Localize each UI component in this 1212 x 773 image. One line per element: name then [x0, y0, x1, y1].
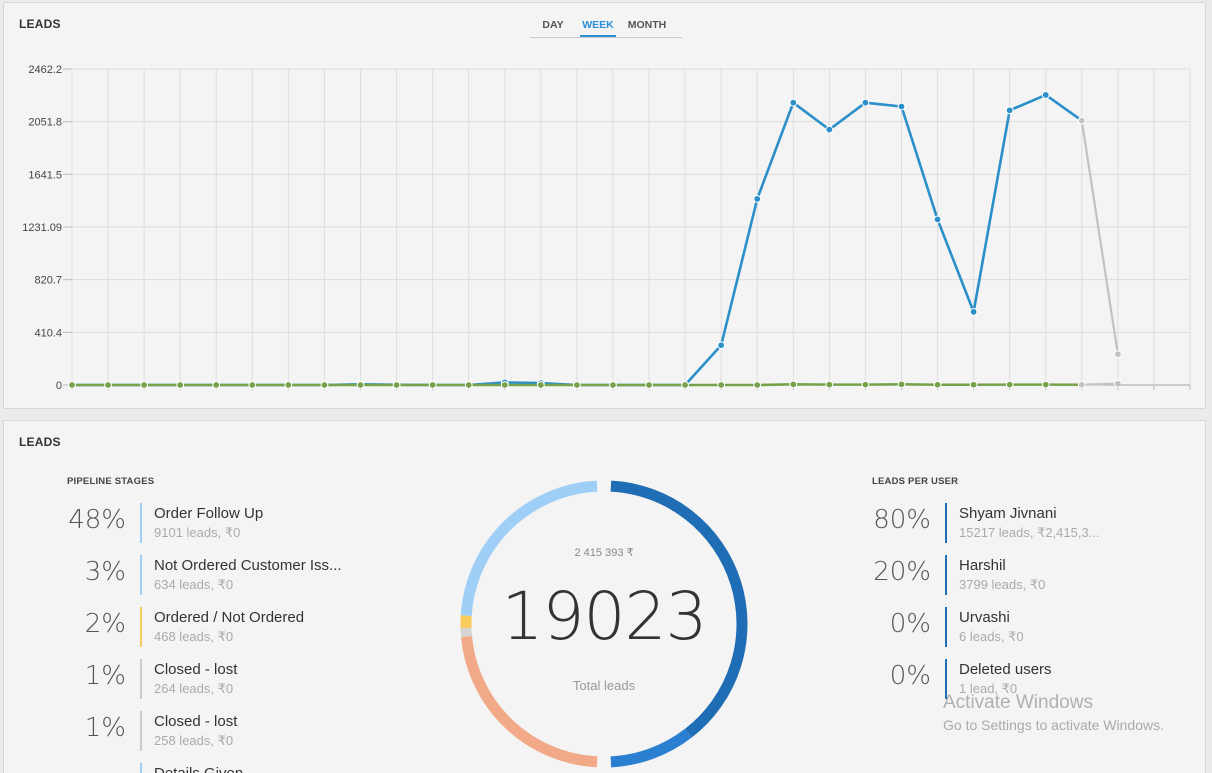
panel-title: LEADS [19, 435, 61, 449]
stage-name: Closed - lost [154, 713, 238, 730]
stage-color-bar [140, 503, 142, 543]
leads-line-chart: 0 410.4 820.7 1231.09 1641.5 2051.8 2462.2 [22, 64, 1191, 392]
stage-color-bar [140, 659, 142, 699]
data-point [68, 381, 76, 389]
stage-color-bar [140, 555, 142, 595]
data-point [356, 381, 365, 389]
stage-name: Ordered / Not Ordered [154, 609, 305, 626]
user-percent: 20% [873, 557, 931, 587]
data-point [645, 381, 653, 389]
user-color-bar [945, 607, 947, 647]
data-point [753, 195, 762, 203]
user-detail: 15217 leads, ₹2,415,3... [959, 525, 1100, 540]
y-tick-label: 410.4 [34, 327, 62, 339]
stage-color-bar [140, 607, 142, 647]
total-leads-caption: Total leads [572, 678, 636, 693]
user-name: Shyam Jivnani [959, 505, 1057, 522]
user-name: Deleted users [959, 661, 1052, 678]
stage-percent: 2% [84, 609, 126, 639]
data-point [536, 381, 545, 389]
y-tick-label: 2462.2 [28, 64, 62, 76]
data-point [392, 381, 401, 389]
stage-percent: 3% [84, 557, 126, 587]
data-point [897, 102, 906, 111]
data-point [717, 381, 726, 389]
data-point [825, 125, 834, 134]
pipeline-stages-label: PIPELINE STAGES [67, 476, 155, 487]
series-line [1081, 382, 1118, 386]
stage-color-bar [140, 763, 142, 773]
stage-percent: 48% [68, 505, 126, 535]
donut-amount: 2 415 393 ₹ [574, 547, 634, 559]
data-point [717, 341, 726, 350]
data-point [1041, 91, 1050, 99]
data-point [825, 380, 834, 389]
data-point [1113, 350, 1122, 359]
user-color-bar [945, 555, 947, 595]
user-name: Harshil [959, 557, 1006, 574]
stage-detail: 634 leads, ₹0 [154, 577, 234, 592]
data-point [248, 381, 257, 389]
stage-name: Order Follow Up [154, 505, 264, 522]
data-point [284, 381, 293, 389]
data-point [500, 381, 509, 389]
data-point [1077, 116, 1086, 125]
y-tick-label: 0 [56, 380, 62, 392]
series-line [1080, 120, 1119, 355]
stage-color-bar [140, 711, 142, 751]
data-point [1005, 380, 1014, 389]
data-point [1077, 380, 1086, 389]
data-point [320, 381, 329, 389]
stage-name: Details Given [154, 765, 243, 773]
data-point [140, 381, 149, 389]
data-point [789, 98, 798, 107]
data-point [464, 381, 473, 389]
user-percent: 80% [873, 505, 931, 535]
data-point [428, 381, 437, 389]
y-tick-label: 1231.09 [22, 222, 62, 234]
data-point [1041, 380, 1050, 389]
data-point [104, 381, 112, 389]
stage-detail: 264 leads, ₹0 [154, 681, 234, 696]
data-point [789, 380, 798, 389]
user-detail: 3799 leads, ₹0 [959, 577, 1046, 592]
user-percent: 0% [889, 609, 931, 639]
data-point [1005, 106, 1014, 115]
data-point [861, 98, 870, 107]
y-tick-label: 1641.5 [28, 169, 62, 181]
data-point [176, 381, 185, 389]
stage-name: Not Ordered Customer Iss... [154, 557, 342, 574]
windows-watermark-subtitle: Go to Settings to activate Windows. [943, 717, 1164, 733]
y-tick-label: 2051.8 [28, 117, 62, 129]
user-color-bar [945, 503, 947, 543]
stage-name: Closed - lost [154, 661, 238, 678]
data-point [573, 381, 581, 389]
data-point [933, 215, 942, 224]
stage-detail: 258 leads, ₹0 [154, 733, 234, 748]
data-point [969, 380, 978, 389]
user-percent: 0% [889, 661, 931, 691]
user-detail: 6 leads, ₹0 [959, 629, 1024, 644]
y-tick-label: 820.7 [34, 275, 62, 287]
stage-percent: 1% [84, 713, 126, 743]
stage-donut-segment[interactable] [461, 636, 598, 768]
data-point [681, 381, 689, 389]
stage-detail: 9101 leads, ₹0 [154, 525, 241, 540]
data-point [1113, 379, 1122, 388]
stage-percent: 1% [84, 661, 126, 691]
data-point [933, 380, 942, 389]
stage-detail: 468 leads, ₹0 [154, 629, 234, 644]
total-leads-count: 19023 [501, 578, 708, 655]
data-point [609, 381, 617, 389]
data-point [969, 307, 978, 316]
data-point [753, 381, 762, 389]
windows-watermark-title: Activate Windows [943, 692, 1093, 713]
data-point [861, 380, 870, 389]
user-name: Urvashi [959, 609, 1010, 626]
leads-per-user-label: LEADS PER USER [872, 476, 959, 487]
user-donut-segment[interactable] [610, 728, 692, 768]
data-point [897, 380, 906, 389]
data-point [212, 381, 221, 389]
